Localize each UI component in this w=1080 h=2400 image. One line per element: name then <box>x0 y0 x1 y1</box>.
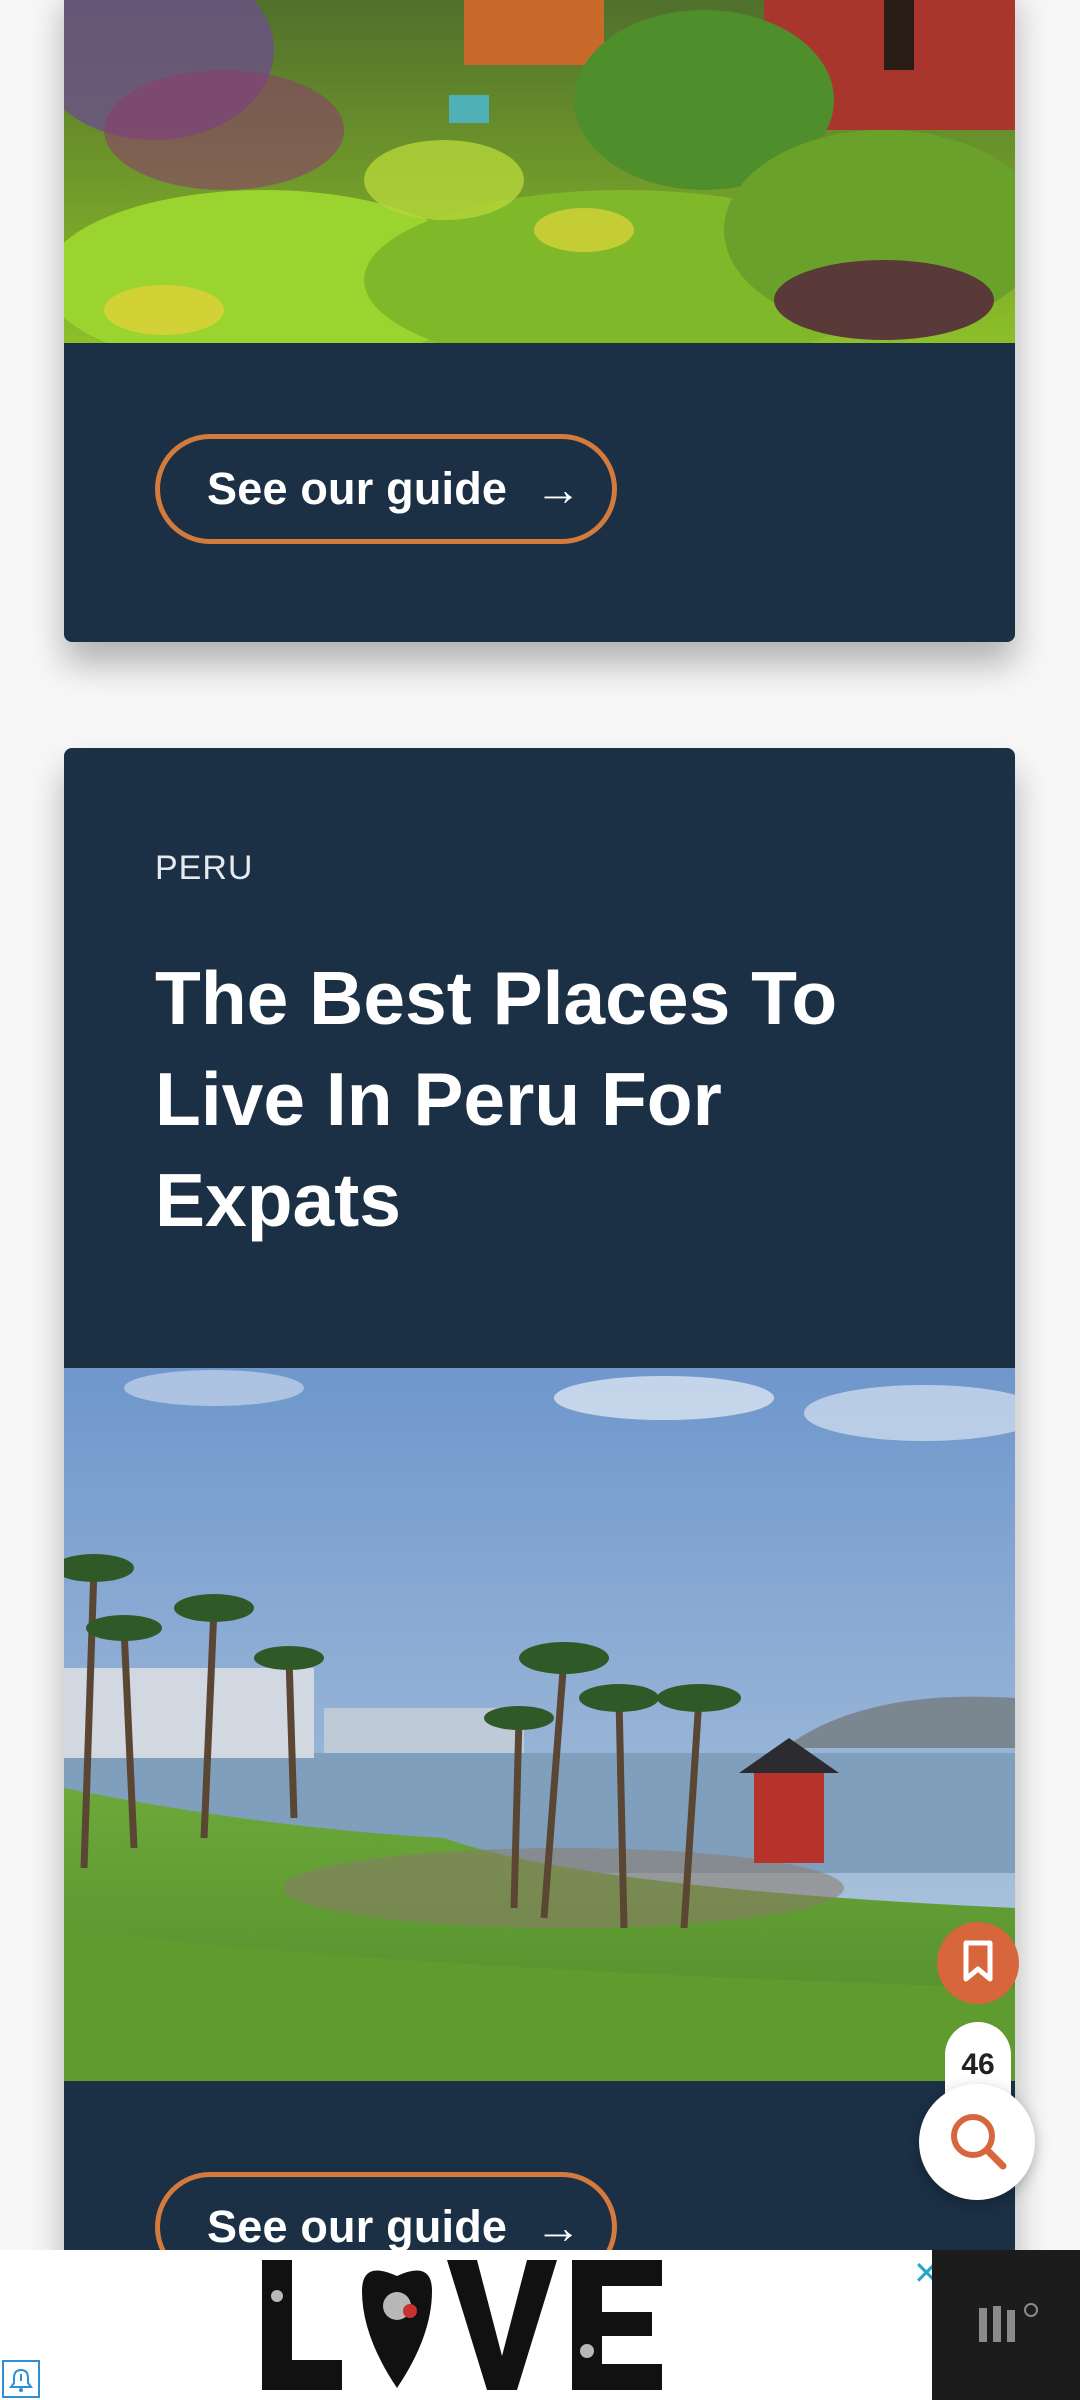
button-label: See our guide <box>207 2201 508 2252</box>
arrow-right-icon: → <box>535 2201 582 2253</box>
button-label: See our guide <box>207 463 508 514</box>
guide-card-peru[interactable]: PERU The Best Places To Live In Peru For… <box>64 748 1015 2348</box>
bookmark-button[interactable] <box>937 1922 1019 2004</box>
search-icon <box>945 2108 1009 2177</box>
arrow-right-icon: → <box>535 463 582 515</box>
love-artwork-ad[interactable] <box>262 2256 672 2400</box>
guide-card-previous[interactable]: See our guide → <box>64 0 1015 642</box>
bookmark-icon <box>958 1939 998 1988</box>
ad-choices-icon[interactable] <box>2 2360 40 2398</box>
ad-banner[interactable]: ✕ <box>0 2250 1080 2400</box>
page: See our guide → PERU The Best Places To … <box>0 0 1080 2400</box>
publisher-logo-icon <box>971 2298 1041 2353</box>
lima-coast-photo <box>64 1368 1015 2081</box>
search-button[interactable] <box>919 2084 1035 2200</box>
see-our-guide-button[interactable]: See our guide → <box>155 434 617 544</box>
garden-photo <box>64 0 1015 343</box>
card-headline[interactable]: The Best Places To Live In Peru For Expa… <box>155 948 935 1251</box>
category-label: PERU <box>155 849 254 887</box>
publisher-logo[interactable] <box>932 2250 1080 2400</box>
